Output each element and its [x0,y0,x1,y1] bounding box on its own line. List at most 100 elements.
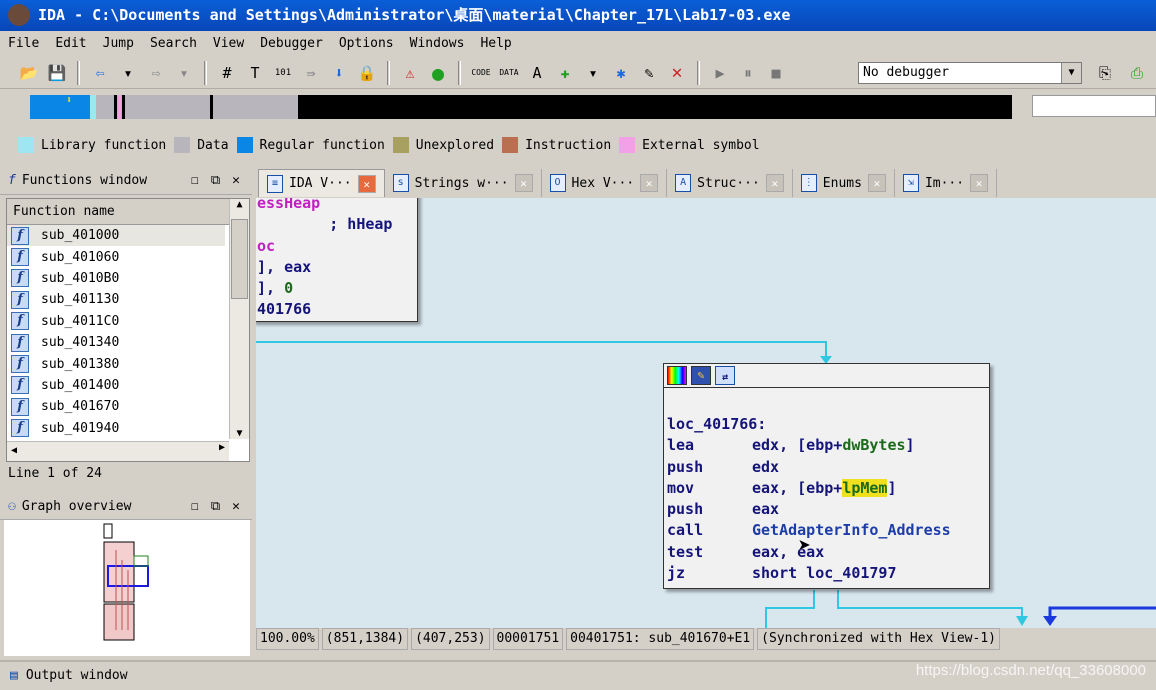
run-debugger-icon[interactable]: ⎙ [1126,62,1148,84]
close-icon[interactable]: ✕ [232,173,240,188]
function-list-item[interactable]: f sub_4011C0 [7,311,225,332]
navigation-band[interactable]: ⬇ [30,95,1012,119]
open-folder-icon[interactable]: 📂 [18,62,40,84]
separator [387,60,390,85]
instruction-line[interactable]: push eax [667,499,986,520]
search-text-icon[interactable]: T [244,62,266,84]
close-tab-icon[interactable]: ✕ [357,174,376,193]
graph-node-partial[interactable]: essHeap ; hHeap oc ], eax ], 0 401766 [256,198,418,322]
restore-icon[interactable]: ⧉ [211,499,220,514]
operand: edx, [ebp+ [752,436,843,455]
search-binary-icon[interactable]: 101 [272,62,294,84]
add-code-icon[interactable]: CODE [470,62,492,84]
green-circle-icon[interactable]: ● [427,61,449,85]
warning-icon[interactable]: ⚠ [399,62,421,84]
group-nodes-icon[interactable]: ⇄ [715,366,735,385]
tab-struc[interactable]: A Struc··· ✕ [667,169,793,197]
tab-im[interactable]: ⇲ Im··· ✕ [895,169,998,197]
function-list-item[interactable]: f sub_401060 [7,246,225,267]
marker [210,95,213,119]
function-list-item[interactable]: f sub_401940 [7,418,225,439]
stop-icon[interactable]: ■ [765,62,787,84]
code-line: ; hHeap [257,215,393,234]
variable-name[interactable]: lpMem [842,478,888,497]
maximize-icon[interactable]: ☐ [191,499,199,514]
menu-view[interactable]: View [205,33,252,55]
debugger-select[interactable]: No debugger ▼ [858,62,1082,84]
menu-options[interactable]: Options [331,33,402,55]
graph-view[interactable]: essHeap ; hHeap oc ], eax ], 0 401766 ✎ … [256,198,1156,628]
chevron-down-icon[interactable]: ▼ [1061,63,1081,83]
scroll-thumb[interactable] [231,219,248,299]
function-name: sub_4010B0 [41,270,120,286]
array-icon[interactable]: ✱ [610,62,632,84]
rename-pencil-icon[interactable]: ✎ [691,366,711,385]
instruction-line[interactable]: test eax, eax [667,542,986,563]
navigation-band-input[interactable] [1032,95,1156,117]
close-tab-icon[interactable]: ✕ [867,174,886,192]
add-ascii-icon[interactable]: A [526,62,548,84]
function-reference[interactable]: GetAdapterInfo_Address [752,521,951,539]
enums-icon: ⋮ [800,174,817,192]
function-list-item[interactable]: f sub_401000 [7,225,225,247]
color-palette-icon[interactable] [667,366,687,385]
tab-stringsw[interactable]: s Strings w··· ✕ [385,169,542,197]
maximize-icon[interactable]: ☐ [191,173,199,188]
close-icon[interactable]: ✕ [232,499,240,514]
add-struct-icon[interactable]: ✚ [554,62,576,84]
graph-overview[interactable] [4,520,250,656]
menu-file[interactable]: File [0,33,47,55]
instruction-line[interactable]: call GetAdapterInfo_Address [667,520,986,541]
menu-help[interactable]: Help [472,33,519,55]
add-data-icon[interactable]: DATA [498,62,520,84]
menu-windows[interactable]: Windows [402,33,473,55]
back-arrow-icon[interactable]: ⇦ [89,62,111,84]
graph-icon: ⚇ [8,499,16,514]
function-list-item[interactable]: f sub_401130 [7,289,225,310]
edit-icon[interactable]: ✎ [638,62,660,84]
save-icon[interactable]: 💾 [46,62,68,84]
graph-node-loc-401766[interactable]: ✎ ⇄ loc_401766: lea edx, [ebp+dwBytes] pus… [663,363,990,589]
chevron-down-icon[interactable]: ▾ [117,62,139,84]
separator [204,60,207,85]
forward-arrow-icon[interactable]: ⇨ [145,62,167,84]
column-header-function-name[interactable]: Function name [7,199,249,225]
instruction-line[interactable]: mov eax, [ebp+lpMem] [667,478,986,499]
tab-hexv[interactable]: O Hex V··· ✕ [542,169,668,197]
attach-icon[interactable]: ⎘ [1094,62,1116,84]
close-tab-icon[interactable]: ✕ [514,174,533,192]
function-icon: f [11,226,29,245]
lock-icon[interactable]: 🔒 [356,62,378,84]
chevron-down-icon[interactable]: ▾ [582,62,604,84]
function-list-item[interactable]: f sub_4010B0 [7,268,225,289]
close-tab-icon[interactable]: ✕ [765,174,784,192]
output-window-title: Output window [25,667,128,683]
horizontal-scrollbar[interactable]: ◀ ▶ [7,441,229,461]
instruction-line[interactable]: jz short loc_401797 [667,563,986,584]
search-next-icon[interactable]: ⇛ [300,62,322,84]
restore-icon[interactable]: ⧉ [211,173,220,188]
search-hex-icon[interactable]: # [216,62,238,84]
play-icon[interactable]: ▶ [709,62,731,84]
close-tab-icon[interactable]: ✕ [640,174,659,192]
undefine-x-icon[interactable]: ✕ [666,62,688,84]
function-list-item[interactable]: f sub_401340 [7,332,225,353]
vertical-scrollbar[interactable]: ▲ ▼ [229,199,249,439]
tab-label: Im··· [924,175,965,191]
instruction-line[interactable]: push edx [667,457,986,478]
tab-enums[interactable]: ⋮ Enums ✕ [793,169,895,197]
tab-idav[interactable]: ≡ IDA V··· ✕ [258,169,385,197]
chevron-down-icon[interactable]: ▾ [173,62,195,84]
pause-icon[interactable]: ⏸ [737,62,759,84]
menu-debugger[interactable]: Debugger [252,33,331,55]
menu-jump[interactable]: Jump [95,33,142,55]
function-list-item[interactable]: f sub_401380 [7,353,225,374]
jump-down-arrow-icon[interactable]: ⬇ [328,62,350,84]
menu-search[interactable]: Search [142,33,205,55]
function-list-item[interactable]: f sub_401400 [7,375,225,396]
instruction-line[interactable]: lea edx, [ebp+dwBytes] [667,435,986,456]
variable-name[interactable]: dwBytes [842,436,905,454]
function-list-item[interactable]: f sub_401670 [7,396,225,417]
menu-edit[interactable]: Edit [47,33,94,55]
close-tab-icon[interactable]: ✕ [970,174,989,192]
